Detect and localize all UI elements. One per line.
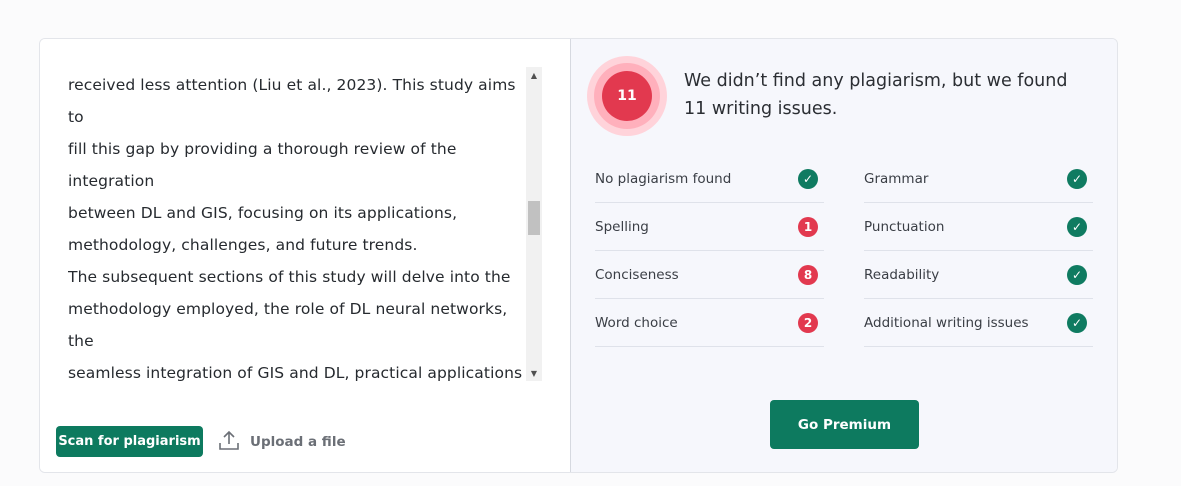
results-headline: We didn’t find any plagiarism, but we fo… [684,71,1068,119]
check-row: Spelling 1 [595,203,824,251]
check-circle-icon: ✓ [1067,312,1087,333]
upload-icon [218,429,240,455]
check-row: Word choice 2 [595,299,824,347]
count-circle-icon: 8 [798,264,818,285]
count-circle-icon: 1 [798,216,818,237]
check-label: Punctuation [864,218,945,235]
check-label: Spelling [595,218,649,235]
check-label: Word choice [595,314,678,331]
checks-column-right: Grammar ✓ Punctuation ✓ Readability ✓ Ad… [864,155,1093,347]
check-row: Readability ✓ [864,251,1093,299]
check-row: Conciseness 8 [595,251,824,299]
check-circle-icon: ✓ [1067,216,1087,237]
upload-file-button[interactable]: Upload a file [218,428,346,456]
checks-column-left: No plagiarism found ✓ Spelling 1 Concise… [595,155,824,347]
upload-file-label: Upload a file [250,434,346,450]
results-panel: 11 We didn’t find any plagiarism, but we… [571,39,1117,472]
check-label: Conciseness [595,266,679,283]
check-row: No plagiarism found ✓ [595,155,824,203]
plagiarism-checker-card: received less attention (Liu et al., 202… [39,38,1118,473]
check-label: Grammar [864,170,929,187]
check-row: Punctuation ✓ [864,203,1093,251]
check-label: Readability [864,266,940,283]
scan-for-plagiarism-button[interactable]: Scan for plagiarism [56,426,203,457]
editor-panel: received less attention (Liu et al., 202… [40,39,571,472]
go-premium-button[interactable]: Go Premium [770,400,919,449]
scroll-up-arrow-icon[interactable]: ▲ [526,67,542,83]
check-circle-icon: ✓ [1067,168,1087,189]
count-circle-icon: 2 [798,312,818,333]
check-label: Additional writing issues [864,314,1029,331]
check-circle-icon: ✓ [798,168,818,189]
check-label: No plagiarism found [595,170,732,187]
issue-count: 11 [602,71,652,121]
editor-scrollbar[interactable]: ▲ ▼ [526,67,542,381]
text-input-area[interactable]: received less attention (Liu et al., 202… [68,69,528,385]
check-row: Grammar ✓ [864,155,1093,203]
check-row: Additional writing issues ✓ [864,299,1093,347]
issue-count-badge: 11 [587,56,667,136]
scroll-thumb[interactable] [528,201,540,235]
check-circle-icon: ✓ [1067,264,1087,285]
scroll-down-arrow-icon[interactable]: ▼ [526,365,542,381]
